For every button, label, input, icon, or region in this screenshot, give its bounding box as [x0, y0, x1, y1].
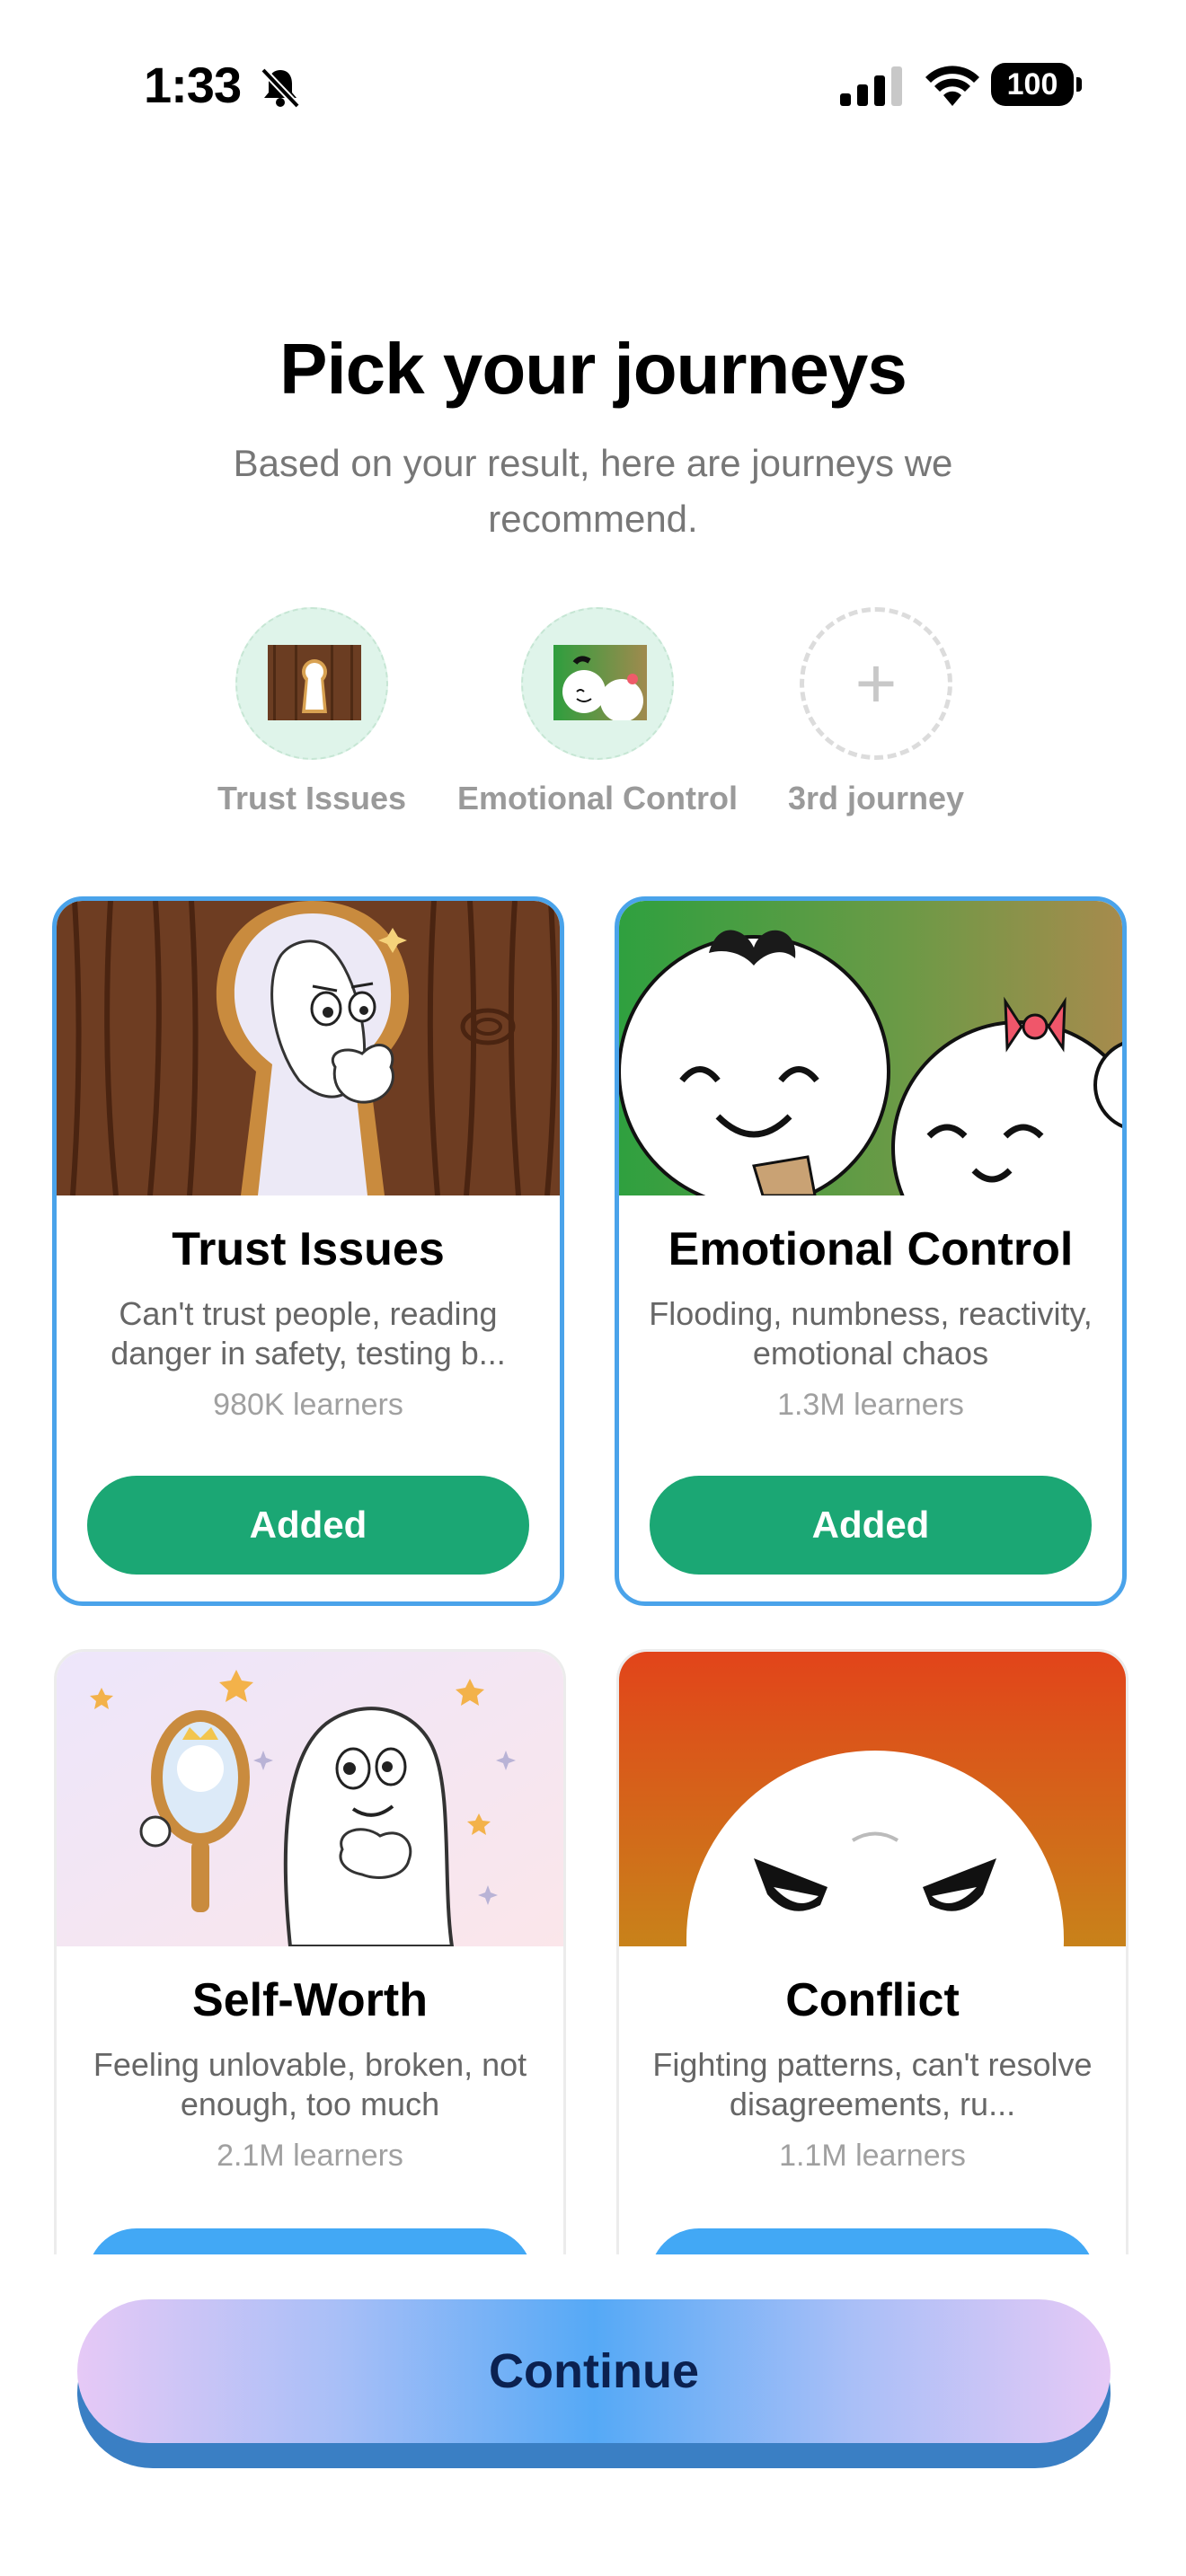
plus-icon: + [854, 643, 898, 723]
journey-card-emotional-control[interactable]: Emotional Control Flooding, numbness, re… [615, 896, 1127, 1606]
card-title: Trust Issues [172, 1223, 445, 1275]
smiling-friends-icon [619, 901, 1122, 1195]
card-description: Flooding, numbness, reactivity, emotiona… [649, 1295, 1093, 1372]
card-illustration [619, 901, 1122, 1195]
card-title: Self-Worth [192, 1974, 428, 2026]
journey-slot-thumbnail [521, 607, 674, 760]
page-title: Pick your journeys [279, 329, 907, 409]
continue-button[interactable]: Continue [77, 2299, 1111, 2443]
bell-muted-icon [261, 67, 300, 109]
battery-indicator: 100 [991, 63, 1082, 106]
journey-slot-label: Emotional Control [457, 780, 738, 816]
journey-slot-1[interactable]: Trust Issues [164, 607, 460, 817]
wifi-icon [925, 66, 979, 106]
card-learner-count: 1.1M learners [779, 2139, 966, 2173]
card-title: Emotional Control [668, 1223, 1074, 1275]
empty-slot-circle: + [800, 607, 952, 760]
journey-card-trust-issues[interactable]: Trust Issues Can't trust people, reading… [52, 896, 564, 1606]
card-learner-count: 2.1M learners [217, 2139, 403, 2173]
card-description: Feeling unlovable, broken, not enough, t… [93, 2046, 527, 2122]
keyhole-peek-icon [57, 901, 560, 1195]
card-description: Can't trust people, reading danger in sa… [111, 1295, 506, 1372]
card-description: Fighting patterns, can't resolve disagre… [652, 2046, 1093, 2122]
selected-journeys-row: Trust Issues Emotional Control + 3rd jou… [0, 607, 1186, 832]
page-subtitle: Based on your result, here are journeys … [233, 442, 953, 540]
card-learner-count: 1.3M learners [777, 1388, 964, 1422]
status-bar: 1:33 100 [0, 0, 1186, 171]
angry-face-icon [619, 1652, 1126, 1946]
added-button[interactable]: Added [87, 1476, 529, 1575]
card-learner-count: 980K learners [213, 1388, 403, 1422]
journey-slot-thumbnail [235, 607, 388, 760]
mirror-ghost-icon [57, 1652, 563, 1946]
added-button[interactable]: Added [650, 1476, 1092, 1575]
card-title: Conflict [785, 1974, 960, 2026]
signal-icon [840, 66, 902, 106]
status-time: 1:33 [144, 57, 242, 113]
journey-slot-label: Trust Issues [217, 780, 407, 816]
friends-thumbnail-icon [553, 645, 647, 720]
journey-slot-2[interactable]: Emotional Control [449, 607, 746, 817]
journey-slot-label: 3rd journey [787, 780, 965, 816]
card-illustration [619, 1652, 1126, 1946]
card-illustration [57, 901, 560, 1195]
journey-slot-3[interactable]: + 3rd journey [728, 607, 1024, 817]
card-illustration [57, 1652, 563, 1946]
keyhole-thumbnail-icon [268, 645, 361, 720]
